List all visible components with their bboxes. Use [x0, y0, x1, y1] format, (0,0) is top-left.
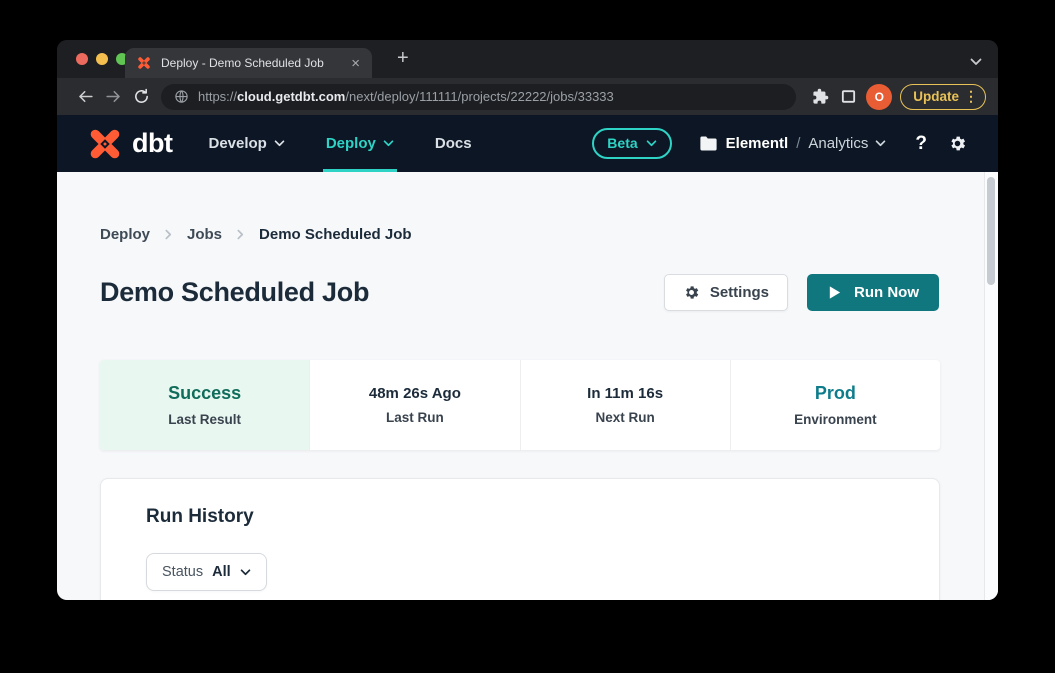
nav-item-develop[interactable]: Develop [208, 115, 284, 172]
url-text: https://cloud.getdbt.com/next/deploy/111… [198, 89, 614, 104]
update-label: Update [913, 89, 959, 104]
tab-title: Deploy - Demo Scheduled Job [161, 56, 347, 70]
extensions-puzzle-icon[interactable] [806, 83, 834, 111]
stat-environment: Prod Environment [731, 360, 940, 450]
stat-next-run: In 11m 16s Next Run [521, 360, 731, 450]
profile-avatar[interactable]: O [866, 84, 892, 110]
chevron-right-icon [237, 229, 244, 240]
last-run-label: Last Run [386, 410, 444, 425]
dbt-favicon-icon [136, 55, 152, 71]
dbt-navbar: dbt Develop Deploy Docs Beta Elementl [57, 115, 998, 172]
tab-close-icon[interactable]: × [347, 54, 364, 73]
breadcrumb-deploy[interactable]: Deploy [100, 226, 150, 243]
settings-gear-icon[interactable] [948, 134, 967, 153]
gear-icon [683, 284, 700, 301]
page-title: Demo Scheduled Job [100, 277, 369, 308]
project-switcher[interactable]: Elementl / Analytics [699, 135, 887, 152]
account-name: Elementl [726, 135, 789, 152]
browser-tab[interactable]: Deploy - Demo Scheduled Job × [125, 48, 372, 78]
nav-item-docs[interactable]: Docs [435, 115, 472, 172]
dbt-brand-text: dbt [132, 128, 172, 159]
tab-title-fade [323, 56, 347, 70]
dbt-brand[interactable]: dbt [85, 124, 172, 164]
chevron-down-icon [646, 140, 657, 147]
site-globe-icon[interactable] [174, 89, 189, 104]
browser-window: Deploy - Demo Scheduled Job × + https://… [57, 40, 998, 600]
update-browser-button[interactable]: Update ⋮ [900, 84, 986, 110]
environment-value: Prod [815, 383, 856, 404]
run-now-button[interactable]: Run Now [807, 274, 939, 311]
dbt-logo-icon [85, 124, 125, 164]
tab-strip: Deploy - Demo Scheduled Job × + [57, 40, 998, 78]
side-panel-icon[interactable] [834, 83, 862, 111]
scrollbar-thumb[interactable] [987, 177, 995, 285]
reload-icon[interactable] [127, 83, 155, 111]
forward-icon[interactable] [99, 83, 127, 111]
help-icon[interactable]: ? [915, 133, 927, 155]
last-run-value: 48m 26s Ago [369, 385, 461, 402]
back-icon[interactable] [71, 83, 99, 111]
next-run-value: In 11m 16s [587, 385, 663, 402]
url-address-bar[interactable]: https://cloud.getdbt.com/next/deploy/111… [161, 84, 796, 110]
stat-last-run: 48m 26s Ago Last Run [310, 360, 520, 450]
run-history-title: Run History [146, 506, 939, 528]
chevron-down-icon [274, 140, 285, 147]
nav-item-deploy[interactable]: Deploy [326, 115, 394, 172]
navbar-right: Beta Elementl / Analytics ? [592, 128, 967, 159]
minimize-window-button[interactable] [96, 53, 108, 65]
tab-search-chevron-icon[interactable] [970, 53, 982, 71]
status-filter-dropdown[interactable]: Status All [146, 553, 267, 591]
chevron-down-icon [240, 569, 251, 576]
page-content: Deploy Jobs Demo Scheduled Job Demo Sche… [57, 172, 998, 600]
close-window-button[interactable] [76, 53, 88, 65]
breadcrumb-jobs[interactable]: Jobs [187, 226, 222, 243]
play-icon [827, 285, 842, 300]
last-result-label: Last Result [168, 412, 241, 427]
beta-dropdown-button[interactable]: Beta [592, 128, 671, 159]
main-nav: Develop Deploy Docs [208, 115, 512, 172]
account-project-separator: / [796, 135, 800, 152]
project-name[interactable]: Analytics [808, 135, 886, 152]
next-run-label: Next Run [595, 410, 654, 425]
browser-menu-icon[interactable]: ⋮ [964, 88, 978, 105]
traffic-lights [76, 53, 128, 65]
breadcrumb: Deploy Jobs Demo Scheduled Job [100, 226, 412, 243]
chevron-right-icon [165, 229, 172, 240]
browser-toolbar: https://cloud.getdbt.com/next/deploy/111… [57, 78, 998, 115]
chevron-down-icon [875, 140, 886, 147]
last-result-value: Success [168, 383, 241, 404]
scrollbar-track[interactable] [984, 172, 998, 600]
job-settings-button[interactable]: Settings [664, 274, 788, 311]
folder-icon [699, 135, 718, 152]
environment-label: Environment [794, 412, 877, 427]
job-stats-row: Success Last Result 48m 26s Ago Last Run… [100, 360, 940, 450]
chevron-down-icon [383, 140, 394, 147]
title-row: Demo Scheduled Job Settings Run Now [100, 274, 939, 311]
run-history-card: Run History Status All [100, 478, 940, 600]
stat-last-result: Success Last Result [100, 360, 310, 450]
breadcrumb-current: Demo Scheduled Job [259, 226, 412, 243]
new-tab-button[interactable]: + [389, 44, 417, 73]
